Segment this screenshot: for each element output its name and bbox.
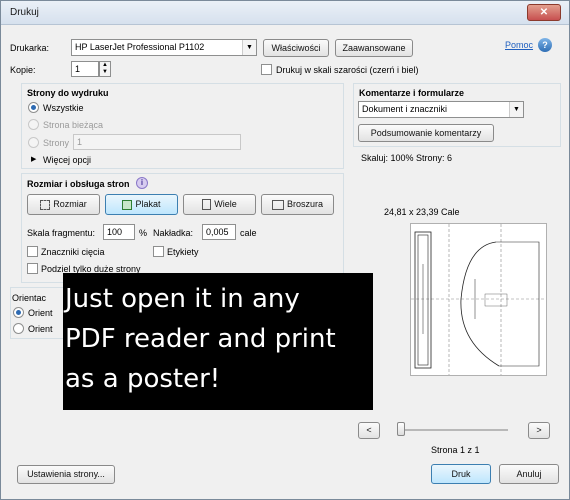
grayscale-checkbox[interactable] bbox=[261, 64, 272, 75]
prev-page-button[interactable]: < bbox=[358, 422, 380, 439]
multiple-icon bbox=[202, 199, 212, 211]
pages-heading: Strony do wydruku bbox=[27, 88, 109, 98]
chevron-down-icon: ▼ bbox=[242, 40, 256, 55]
advanced-button[interactable]: Zaawansowane bbox=[335, 39, 413, 57]
next-page-button[interactable]: > bbox=[528, 422, 550, 439]
orientation-heading: Orientac bbox=[12, 293, 47, 303]
cancel-button[interactable]: Anuluj bbox=[499, 464, 559, 484]
help-icon[interactable]: ? bbox=[538, 38, 552, 52]
help-link[interactable]: Pomoc bbox=[505, 40, 533, 50]
help-glyph: ? bbox=[542, 40, 548, 50]
overlap-label: Nakładka: bbox=[153, 228, 194, 238]
overlay-caption: Just open it in any PDF reader and print… bbox=[63, 273, 373, 410]
print-dialog: Drukuj ✕ Drukarka: HP LaserJet Professio… bbox=[0, 0, 570, 500]
pages-current-radio[interactable] bbox=[28, 119, 39, 130]
orientation-option-2: Orient bbox=[28, 324, 53, 334]
poster-button-label: Plakat bbox=[135, 199, 161, 209]
overlay-line-2: PDF reader and print bbox=[65, 324, 336, 354]
pages-range-radio[interactable] bbox=[28, 137, 39, 148]
copies-input[interactable]: 1 bbox=[71, 61, 99, 77]
info-icon[interactable]: i bbox=[136, 177, 148, 189]
pages-range-label: Strony bbox=[43, 138, 70, 148]
page-slider-track[interactable] bbox=[398, 429, 508, 431]
page-indicator: Strona 1 z 1 bbox=[431, 445, 480, 455]
orientation-option-1: Orient bbox=[28, 308, 53, 318]
booklet-button[interactable]: Broszura bbox=[261, 194, 334, 215]
info-glyph: i bbox=[140, 178, 144, 187]
orientation-radio-1[interactable] bbox=[13, 307, 24, 318]
overlay-line-1: Just open it in any bbox=[65, 284, 300, 314]
title-bar: Drukuj ✕ bbox=[1, 1, 569, 25]
scale-unit: % bbox=[139, 228, 148, 238]
comments-value: Dokument i znaczniki bbox=[362, 104, 448, 114]
page-setup-button[interactable]: Ustawienia strony... bbox=[17, 465, 115, 484]
cut-marks-checkbox[interactable] bbox=[27, 246, 38, 257]
overlap-unit: cale bbox=[240, 228, 257, 238]
tile-large-checkbox[interactable] bbox=[27, 263, 38, 274]
labels-label: Etykiety bbox=[167, 247, 199, 257]
printer-label: Drukarka: bbox=[10, 43, 50, 53]
size-button[interactable]: Rozmiar bbox=[27, 194, 100, 215]
more-options-link[interactable]: Więcej opcji bbox=[43, 155, 91, 165]
print-button[interactable]: Druk bbox=[431, 464, 491, 484]
poster-button[interactable]: Plakat bbox=[105, 194, 178, 215]
scale-input[interactable]: 100 bbox=[103, 224, 135, 240]
scale-info: Skaluj: 100% Strony: 6 bbox=[361, 153, 453, 163]
page-slider-handle[interactable] bbox=[397, 422, 405, 436]
booklet-button-label: Broszura bbox=[286, 199, 323, 209]
pages-current-label: Strona bieżąca bbox=[43, 120, 104, 130]
summarize-comments-button[interactable]: Podsumowanie komentarzy bbox=[358, 124, 494, 142]
grayscale-label: Drukuj w skali szarości (czerń i biel) bbox=[276, 65, 419, 75]
printer-select[interactable]: HP LaserJet Professional P1102 ▼ bbox=[71, 39, 257, 56]
expand-triangle-icon[interactable]: ▶ bbox=[31, 155, 36, 163]
scale-label: Skala fragmentu: bbox=[27, 228, 96, 238]
labels-checkbox[interactable] bbox=[153, 246, 164, 257]
print-preview bbox=[410, 223, 547, 376]
size-icon bbox=[40, 199, 51, 210]
copies-label: Kopie: bbox=[10, 65, 36, 75]
overlap-input[interactable]: 0,005 bbox=[202, 224, 236, 240]
orientation-radio-2[interactable] bbox=[13, 323, 24, 334]
size-button-label: Rozmiar bbox=[53, 199, 87, 209]
close-icon: ✕ bbox=[539, 7, 549, 18]
page-dimensions: 24,81 x 23,39 Cale bbox=[384, 207, 460, 217]
sizing-heading: Rozmiar i obsługa stron bbox=[27, 179, 130, 189]
properties-button[interactable]: Właściwości bbox=[263, 39, 329, 57]
preview-drawing bbox=[411, 224, 546, 375]
booklet-icon bbox=[271, 199, 284, 210]
pages-all-label: Wszystkie bbox=[43, 103, 84, 113]
poster-icon bbox=[122, 199, 133, 210]
pages-all-radio[interactable] bbox=[28, 102, 39, 113]
close-button[interactable]: ✕ bbox=[527, 4, 561, 21]
printer-value: HP LaserJet Professional P1102 bbox=[75, 42, 205, 52]
comments-select[interactable]: Dokument i znaczniki ▼ bbox=[358, 101, 524, 118]
window-title: Drukuj bbox=[10, 7, 39, 18]
overlay-line-3: as a poster! bbox=[65, 364, 221, 394]
copies-stepper[interactable]: ▲ ▼ bbox=[99, 61, 111, 77]
pages-range-input[interactable]: 1 bbox=[73, 134, 241, 150]
comments-heading: Komentarze i formularze bbox=[359, 88, 465, 98]
cut-marks-label: Znaczniki cięcia bbox=[41, 247, 105, 257]
chevron-down-icon: ▼ bbox=[509, 102, 523, 117]
multiple-button[interactable]: Wiele bbox=[183, 194, 256, 215]
multiple-button-label: Wiele bbox=[214, 199, 237, 209]
